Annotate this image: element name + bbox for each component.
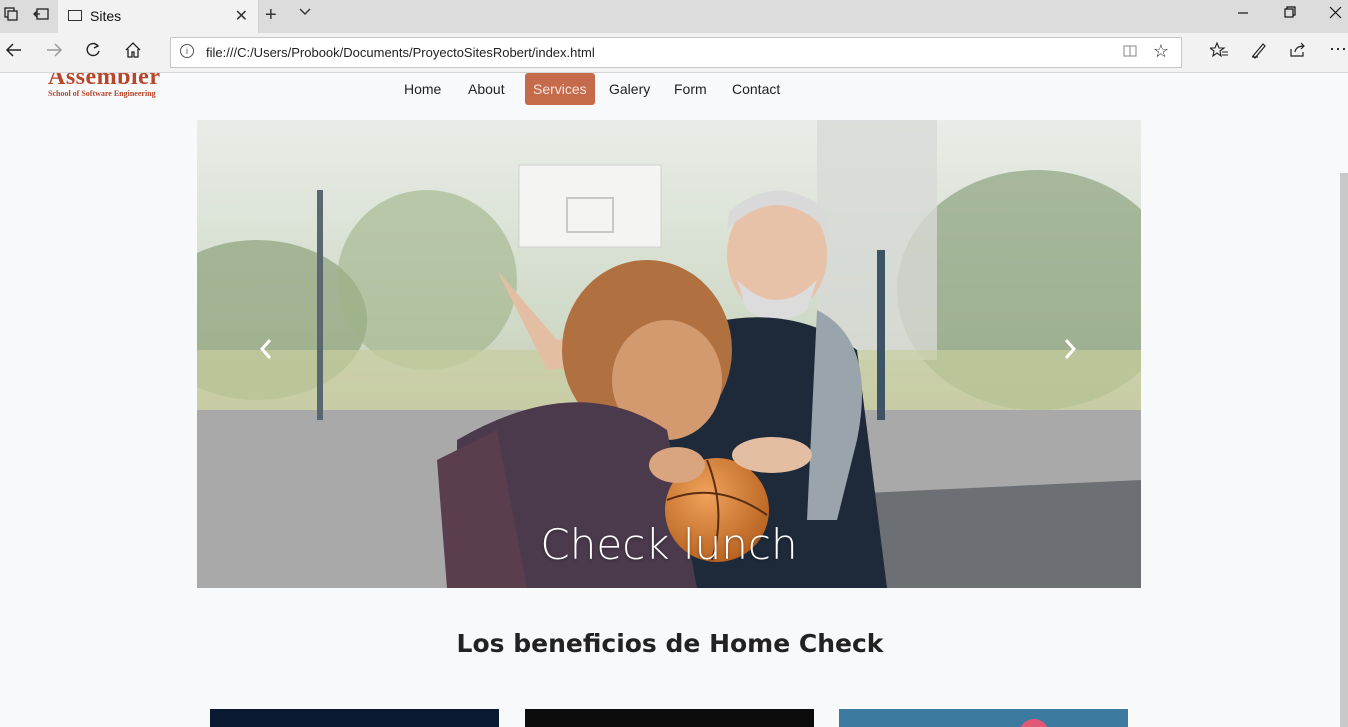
nav-form[interactable]: Form (666, 73, 715, 105)
home-icon[interactable] (124, 41, 142, 64)
browser-tab[interactable]: Sites ✕ (58, 0, 259, 33)
favorite-star-icon[interactable]: ☆ (1153, 41, 1169, 62)
hero-carousel: Check lunch (197, 120, 1141, 588)
tab-title: Sites (90, 8, 122, 24)
close-tab-icon[interactable]: ✕ (235, 6, 248, 26)
page-icon (68, 10, 82, 21)
share-icon[interactable] (1289, 41, 1307, 64)
page-scrollbar[interactable] (1340, 173, 1348, 727)
carousel-caption: Check lunch (540, 520, 798, 569)
back-icon[interactable] (5, 41, 23, 64)
nav-about[interactable]: About (460, 73, 513, 105)
benefit-card-image (210, 709, 499, 727)
new-tab-icon[interactable]: + (265, 4, 277, 27)
pen-icon[interactable] (1250, 41, 1268, 64)
nav-contact[interactable]: Contact (724, 73, 788, 105)
carousel-photo (197, 120, 1141, 588)
reading-view-icon[interactable] (1123, 44, 1137, 61)
logo-text: Assembler (48, 73, 161, 90)
forward-icon[interactable] (45, 41, 63, 64)
site-logo[interactable]: Assembler School of Software Engineering (48, 73, 160, 99)
nav-home[interactable]: Home (396, 73, 449, 105)
address-bar[interactable]: i file:///C:/Users/Probook/Documents/Pro… (170, 37, 1182, 68)
carousel-next-icon[interactable] (1063, 338, 1077, 367)
minimize-icon[interactable] (1237, 5, 1249, 24)
refresh-icon[interactable] (84, 41, 102, 64)
more-icon[interactable]: ⋯ (1329, 39, 1347, 60)
web-page: Assembler School of Software Engineering… (0, 73, 1348, 727)
benefit-card-image (525, 709, 814, 727)
restore-icon[interactable] (1284, 5, 1296, 24)
chevron-down-icon[interactable] (298, 4, 312, 21)
nav-services[interactable]: Services (525, 73, 595, 105)
set-tabs-aside-icon[interactable] (0, 6, 22, 26)
address-text[interactable]: file:///C:/Users/Probook/Documents/Proye… (206, 45, 595, 60)
benefit-card-image (839, 709, 1128, 727)
info-icon[interactable]: i (180, 44, 194, 58)
tabs-aside-icon[interactable] (30, 6, 52, 26)
browser-tab-bar: Sites ✕ + (0, 0, 1348, 33)
carousel-prev-icon[interactable] (259, 338, 273, 367)
section-title: Los beneficios de Home Check (456, 629, 884, 658)
favorites-icon[interactable] (1208, 41, 1228, 64)
nav-galery[interactable]: Galery (601, 73, 658, 105)
close-window-icon[interactable] (1329, 5, 1342, 24)
logo-subtitle: School of Software Engineering (48, 89, 156, 98)
browser-toolbar: i file:///C:/Users/Probook/Documents/Pro… (0, 33, 1348, 73)
card-graphic (1019, 719, 1049, 727)
